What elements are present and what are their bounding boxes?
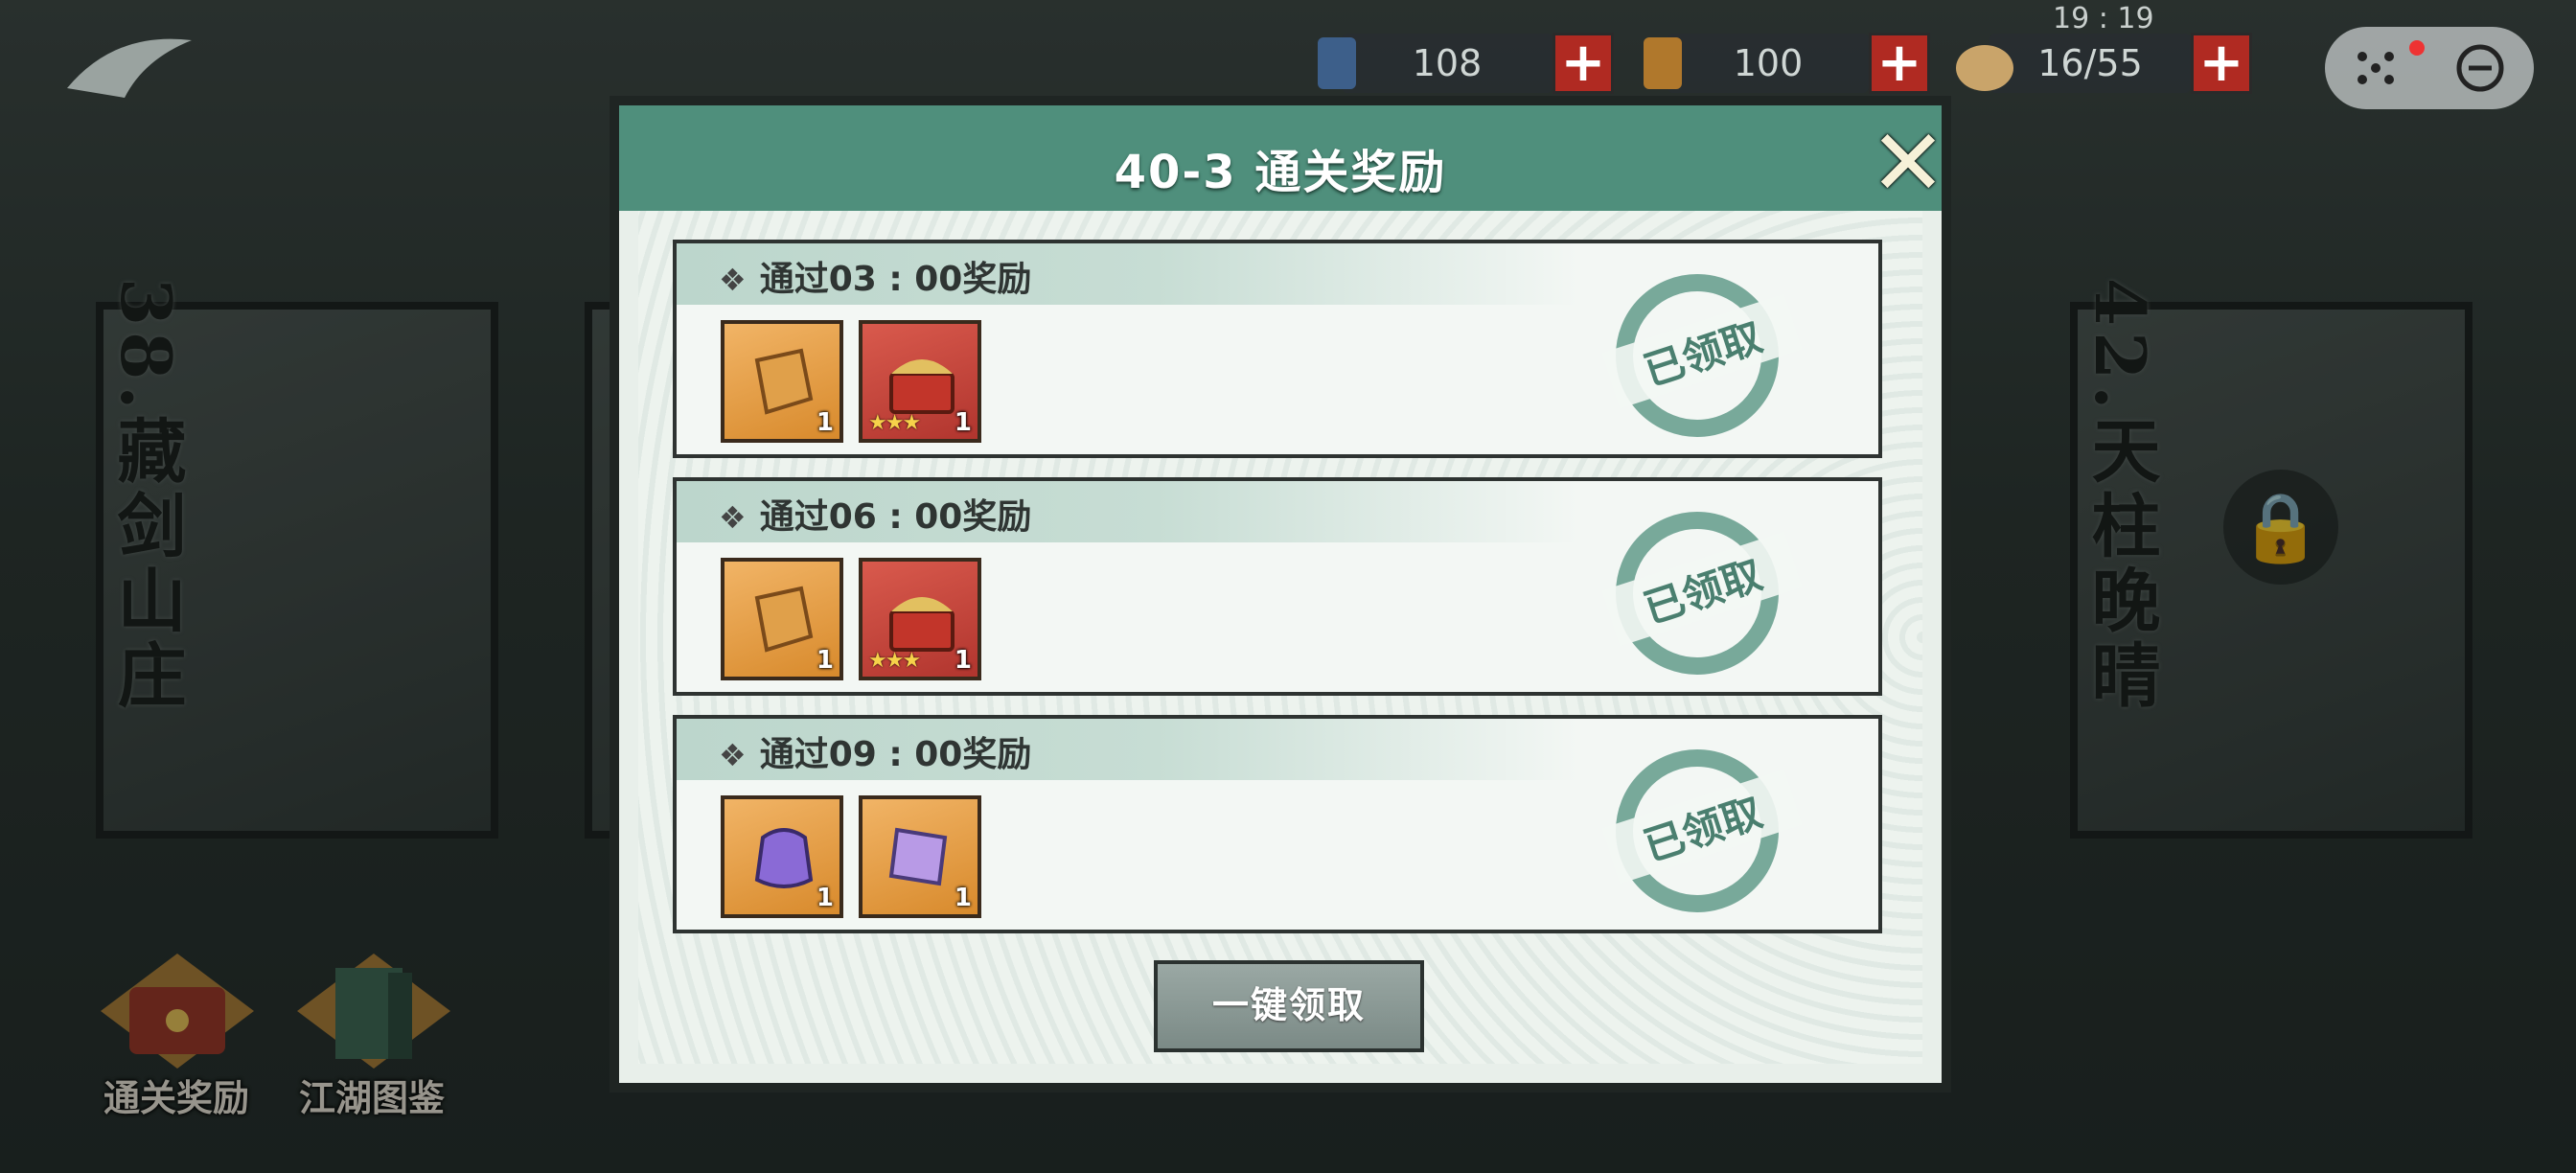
resource-bun-value: 16/55 xyxy=(1990,34,2191,93)
bun-icon xyxy=(1956,45,2013,91)
item-qty: 1 xyxy=(954,884,972,912)
more-icon[interactable] xyxy=(2353,45,2399,91)
add-scroll-button[interactable]: + xyxy=(1552,33,1614,94)
resource-token: 100 + xyxy=(1644,31,1930,96)
item-qty: 1 xyxy=(816,646,834,675)
add-token-button[interactable]: + xyxy=(1869,33,1930,94)
reward-row-1: ❖ 通过03 : 00奖励 1 ★★★ 1 已领取 xyxy=(673,240,1882,458)
treasure-chest-icon xyxy=(889,359,954,414)
reward-row-title-text: 通过06 : 00奖励 xyxy=(759,497,1032,537)
minimize-icon[interactable] xyxy=(2454,42,2506,94)
back-bird-icon[interactable] xyxy=(58,21,201,107)
close-icon[interactable]: ✕ xyxy=(1865,117,1951,211)
reward-row-3: ❖ 通过09 : 00奖励 1 1 已领取 xyxy=(673,715,1882,933)
resource-bun: 16/55 + xyxy=(1956,31,2252,96)
reward-row-title: ❖ 通过03 : 00奖励 xyxy=(719,251,1031,301)
reward-row-title: ❖ 通过09 : 00奖励 xyxy=(719,726,1031,776)
item-qty: 1 xyxy=(816,408,834,437)
dialog-title: 40-3 通关奖励 xyxy=(1114,146,1447,199)
diamond-icon: ❖ xyxy=(719,262,747,298)
reward-item[interactable]: 1 xyxy=(859,795,981,918)
scroll-icon xyxy=(1318,37,1356,89)
token-icon xyxy=(1644,37,1682,89)
treasure-chest-icon xyxy=(889,597,954,652)
add-bun-button[interactable]: + xyxy=(2191,33,2252,94)
reward-dialog: 40-3 通关奖励 ✕ ❖ 通过03 : 00奖励 1 ★★★ 1 已领取 ❖ 通过… xyxy=(610,96,1951,1092)
claim-all-button[interactable]: 一键领取 xyxy=(1154,960,1424,1052)
item-qty: 1 xyxy=(954,646,972,675)
diamond-icon: ❖ xyxy=(719,737,747,773)
purple-pouch-icon xyxy=(754,828,814,888)
item-qty: 1 xyxy=(954,408,972,437)
reward-row-title: ❖ 通过06 : 00奖励 xyxy=(719,489,1031,539)
reward-item[interactable]: ★★★ 1 xyxy=(859,558,981,680)
resource-token-value: 100 xyxy=(1668,34,1869,93)
item-stars: ★★★ xyxy=(868,411,921,435)
reward-row-title-text: 通过03 : 00奖励 xyxy=(759,260,1032,299)
token-icon xyxy=(754,586,814,653)
token-icon xyxy=(754,348,814,415)
resource-scroll-value: 108 xyxy=(1342,34,1552,93)
reward-item[interactable]: ★★★ 1 xyxy=(859,320,981,443)
notification-dot xyxy=(2409,40,2425,56)
reward-item[interactable]: 1 xyxy=(721,558,843,680)
reward-row-title-text: 通过09 : 00奖励 xyxy=(759,735,1032,774)
resource-scroll: 108 + xyxy=(1318,31,1614,96)
reward-item[interactable]: 1 xyxy=(721,320,843,443)
diamond-icon: ❖ xyxy=(719,499,747,536)
mini-program-capsule xyxy=(2325,27,2534,109)
reward-item[interactable]: 1 xyxy=(721,795,843,918)
reward-row-2: ❖ 通过06 : 00奖励 1 ★★★ 1 已领取 xyxy=(673,477,1882,696)
item-stars: ★★★ xyxy=(868,649,921,673)
item-qty: 1 xyxy=(816,884,834,912)
purple-scroll-icon xyxy=(888,827,948,886)
